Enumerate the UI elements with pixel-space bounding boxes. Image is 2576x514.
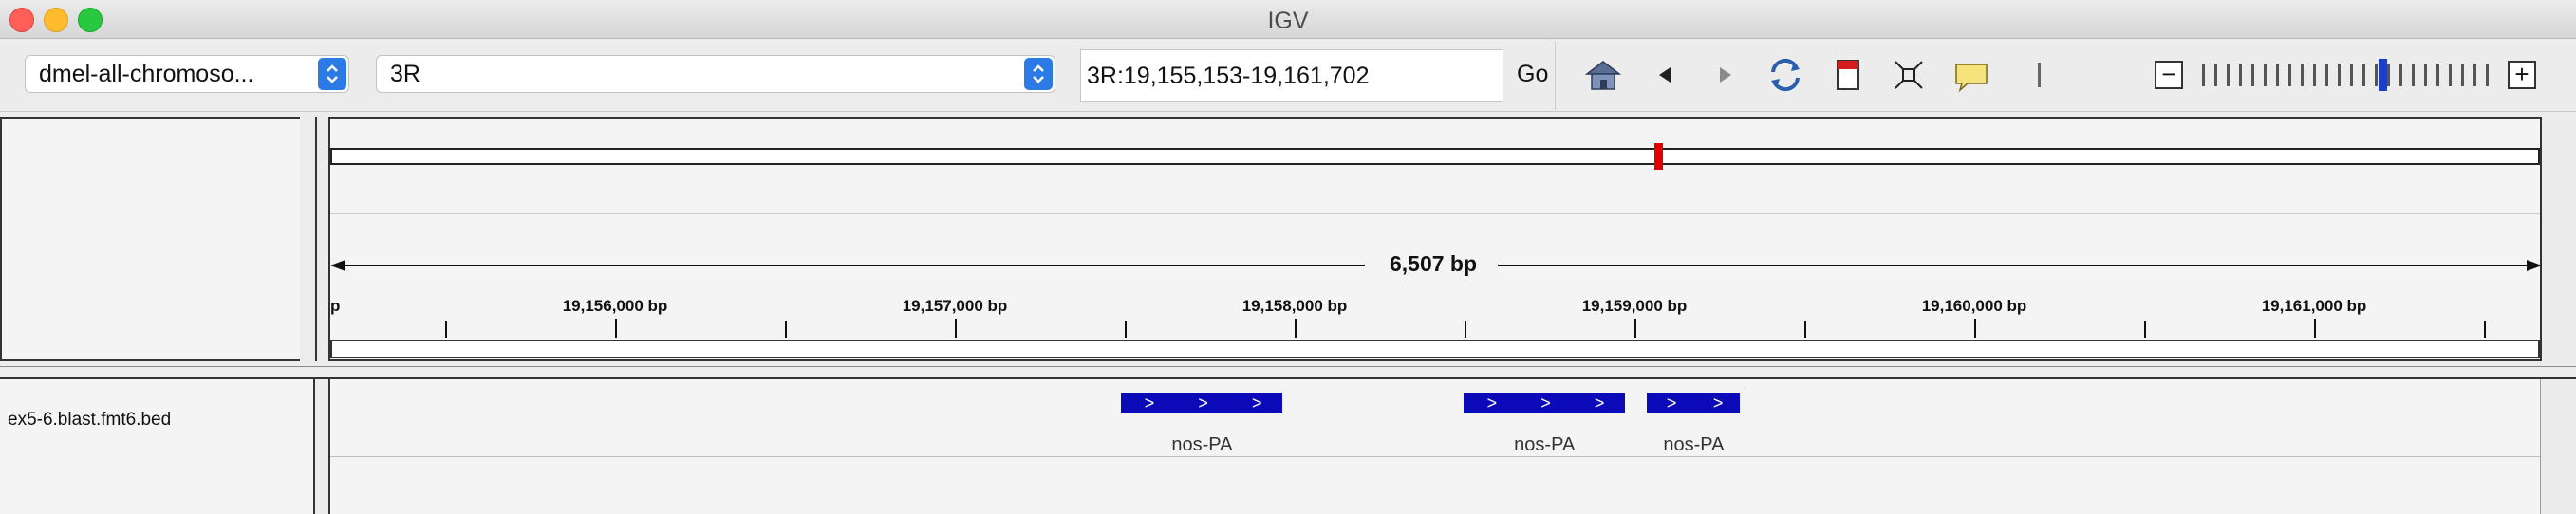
ruler-tick-mark xyxy=(1974,319,1976,338)
ruler-tick-label: 19,158,000 bp xyxy=(1241,297,1348,315)
locus-input[interactable]: 3R:19,155,153-19,161,702 xyxy=(1080,49,1503,102)
upper-scrollbar[interactable] xyxy=(2542,117,2576,361)
ruler-top-line xyxy=(330,213,2540,214)
zoom-level-tick[interactable] xyxy=(2473,64,2476,86)
zoom-level-tick[interactable] xyxy=(2362,64,2365,86)
zoom-level-tick[interactable] xyxy=(2350,64,2353,86)
track-separator xyxy=(330,456,2540,457)
ruler-tick-mark xyxy=(1295,319,1297,338)
zoom-level-tick[interactable] xyxy=(2276,64,2279,86)
strand-chevron-icon: > xyxy=(1666,394,1677,413)
ruler-tick-mark xyxy=(2314,319,2316,338)
data-panel-scrollbar[interactable] xyxy=(2540,379,2576,514)
feature-label: nos-PA xyxy=(1663,434,1725,455)
strand-chevron-icon: > xyxy=(1252,394,1262,413)
window-titlebar: IGV xyxy=(0,0,2576,39)
ruler-tick-mark xyxy=(615,319,617,338)
ruler-tick-label: 19,157,000 bp xyxy=(902,297,1008,315)
track-name-label[interactable]: ex5-6.blast.fmt6.bed xyxy=(8,410,171,431)
zoom-level-tick[interactable] xyxy=(2424,64,2427,86)
zoom-level-tick[interactable] xyxy=(2301,64,2304,86)
go-button[interactable]: Go xyxy=(1517,61,1548,88)
ruler-tick-mark xyxy=(2144,321,2146,338)
genome-select-value: dmel-all-chromoso... xyxy=(39,61,254,87)
zoom-level-tick[interactable] xyxy=(2227,64,2230,86)
forward-icon[interactable] xyxy=(1705,55,1745,95)
zoom-level-tick[interactable] xyxy=(2338,64,2341,86)
zoom-in-button[interactable]: + xyxy=(2508,61,2536,89)
ruler-tick-label: 19,156,000 bp xyxy=(562,297,668,315)
name-panel-header xyxy=(0,117,304,361)
zoom-level-tick[interactable] xyxy=(2325,64,2328,86)
ruler-tick-mark xyxy=(1465,321,1466,338)
ruler-tick-mark xyxy=(785,321,787,338)
feature-label: nos-PA xyxy=(1171,434,1233,455)
feature-label: nos-PA xyxy=(1514,434,1576,455)
gene-feature[interactable] xyxy=(1647,393,1741,413)
fit-to-window-icon[interactable] xyxy=(1889,55,1929,95)
ruler-bottom-bar xyxy=(330,340,2540,358)
window-title: IGV xyxy=(1267,8,1309,34)
strand-chevron-icon: > xyxy=(1144,394,1155,413)
zoom-level-tick[interactable] xyxy=(2239,64,2242,86)
ruler-tick-label: 19,161,000 bp xyxy=(2261,297,2367,315)
ruler-tick-label: 19,159,000 bp xyxy=(1581,297,1688,315)
chromosome-select[interactable]: 3R xyxy=(376,55,1055,93)
zoom-level-tick[interactable] xyxy=(2449,64,2452,86)
ruler-tick-mark xyxy=(1125,321,1127,338)
zoom-level-indicator[interactable] xyxy=(2379,59,2387,91)
strand-chevron-icon: > xyxy=(1540,394,1551,413)
region-of-interest-icon[interactable] xyxy=(1828,55,1868,95)
zoom-level-tick[interactable] xyxy=(2214,64,2217,86)
back-icon[interactable] xyxy=(1646,55,1686,95)
track-name-panel xyxy=(0,379,315,514)
zoom-level-tick[interactable] xyxy=(2264,64,2267,86)
ruler-tick-mark xyxy=(445,321,447,338)
zoom-widget[interactable]: − + xyxy=(2155,53,2536,97)
zoom-level-tick[interactable] xyxy=(2461,64,2464,86)
popup-info-icon[interactable] xyxy=(1951,55,1991,95)
ruler-tick-mark xyxy=(955,319,957,338)
zoom-level-tick[interactable] xyxy=(2313,64,2316,86)
toolbar-divider xyxy=(1555,42,1556,110)
genome-select[interactable]: dmel-all-chromoso... xyxy=(25,55,349,93)
zoom-level-tick[interactable] xyxy=(2375,64,2378,86)
zoom-level-tick[interactable] xyxy=(2436,64,2439,86)
data-panel xyxy=(328,379,2542,514)
zoom-level-tick[interactable] xyxy=(2387,64,2390,86)
genome-select-stepper-icon[interactable] xyxy=(318,58,346,90)
ruler-tick-mark xyxy=(2484,321,2486,338)
ruler-tick-label: 19,160,000 bp xyxy=(1921,297,2027,315)
ruler-edge-label: p xyxy=(330,297,341,315)
strand-chevron-icon: > xyxy=(1712,394,1724,413)
zoom-level-tick[interactable] xyxy=(2288,64,2291,86)
chromosome-select-value: 3R xyxy=(390,61,420,87)
zoom-level-tick[interactable] xyxy=(2486,64,2489,86)
ruler-tick-mark xyxy=(1634,319,1636,338)
span-length-label: 6,507 bp xyxy=(1389,251,1478,276)
ideogram-position-marker xyxy=(1654,143,1664,170)
panel-splitter[interactable] xyxy=(300,117,317,361)
zoom-level-tick[interactable] xyxy=(2399,64,2402,86)
zoom-level-tick[interactable] xyxy=(2251,64,2254,86)
zoom-level-tick[interactable] xyxy=(2412,64,2415,86)
data-panel-border xyxy=(0,377,2576,379)
strand-chevron-icon: > xyxy=(1594,394,1605,413)
zoom-out-button[interactable]: − xyxy=(2155,61,2183,89)
ruler-tick-mark xyxy=(1804,321,1806,338)
chromosome-ideogram[interactable] xyxy=(330,148,2540,165)
zoom-level-tick[interactable] xyxy=(2202,64,2205,86)
home-icon[interactable] xyxy=(1583,55,1623,95)
strand-chevron-icon: > xyxy=(1486,394,1498,413)
chromosome-select-stepper-icon[interactable] xyxy=(1024,58,1053,90)
strand-chevron-icon: > xyxy=(1198,394,1208,413)
panel-divider[interactable] xyxy=(0,366,2576,367)
ruler-toggle-icon[interactable] xyxy=(2020,55,2060,95)
refresh-icon[interactable] xyxy=(1765,55,1805,95)
